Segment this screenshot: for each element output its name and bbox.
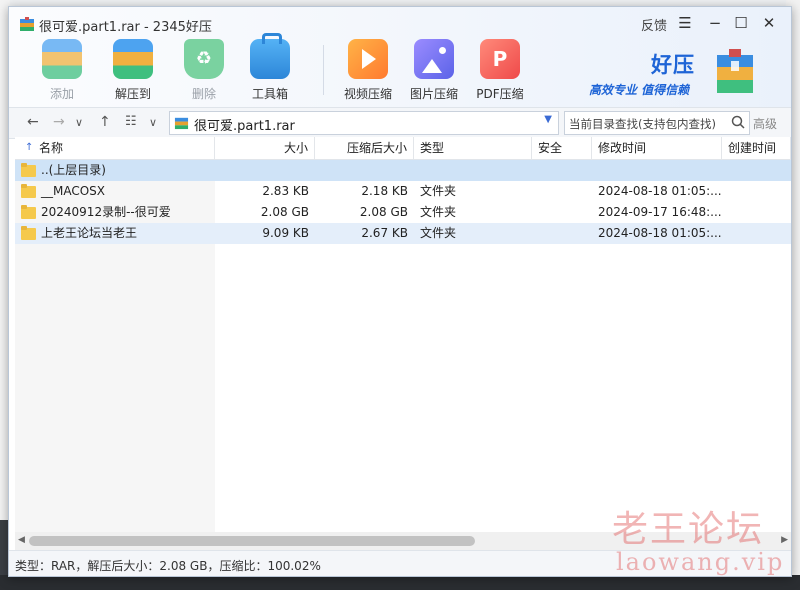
scroll-left-icon[interactable]: ◀ <box>18 535 25 545</box>
file-size: 2.08 GB <box>260 205 309 219</box>
desktop-background-bottom <box>0 575 800 590</box>
pdf-compress-icon: P <box>480 39 520 79</box>
path-bar[interactable]: 很可爱.part1.rar ▼ <box>169 111 559 135</box>
image-compress-icon <box>414 39 454 79</box>
brand-name: 好压 <box>651 53 695 77</box>
brand-logo: 好压 高效专业 值得信赖 <box>579 47 779 103</box>
table-row[interactable]: ..(上层目录) <box>15 160 791 181</box>
file-name: 上老王论坛当老王 <box>41 226 138 240</box>
archive-window: 很可爱.part1.rar - 2345好压 反馈 ☰ − ☐ ✕ 添加 解压到… <box>8 6 792 577</box>
folder-icon <box>21 163 36 177</box>
brand-slogan: 高效专业 值得信赖 <box>589 83 690 97</box>
column-name[interactable]: ↑ 名称 <box>15 137 215 159</box>
toolbox-button-label: 工具箱 <box>251 87 288 101</box>
add-button[interactable]: 添加 <box>27 39 97 102</box>
file-type: 文件夹 <box>420 226 457 240</box>
folder-icon <box>21 226 36 240</box>
watermark-text: 老王论坛 <box>612 509 765 550</box>
file-list-header: ↑ 名称 大小 压缩后大小 类型 安全 修改时间 创建时间 <box>15 137 791 160</box>
close-icon[interactable]: ✕ <box>759 13 779 33</box>
back-arrow-icon[interactable]: ← <box>27 114 39 130</box>
view-mode-icon[interactable]: ☷ <box>125 114 137 129</box>
toolbox-icon <box>250 33 290 79</box>
file-size: 9.09 KB <box>262 226 309 240</box>
add-button-label: 添加 <box>49 87 74 101</box>
search-placeholder: 当前目录查找(支持包内查找) <box>569 117 716 131</box>
navigation-bar: ← → ∨ ↑ ☷ ∨ 很可爱.part1.rar ▼ 当前目录查找(支持包内查… <box>9 107 791 139</box>
table-row[interactable]: 上老王论坛当老王 9.09 KB 2.67 KB 文件夹 2024-08-18 … <box>15 223 791 244</box>
pdf-compress-label: PDF压缩 <box>476 87 524 101</box>
search-box[interactable]: 当前目录查找(支持包内查找) <box>564 111 750 135</box>
image-compress-button[interactable]: 图片压缩 <box>399 39 469 102</box>
file-packed-size: 2.18 KB <box>361 184 408 198</box>
file-type: 文件夹 <box>420 205 457 219</box>
delete-button[interactable]: ♻ 删除 <box>169 39 239 102</box>
view-mode-dropdown-icon[interactable]: ∨ <box>149 116 157 129</box>
delete-recycle-icon: ♻ <box>184 39 224 79</box>
file-modified: 2024-08-18 01:05:... <box>598 226 722 240</box>
video-compress-button[interactable]: 视频压缩 <box>333 39 403 102</box>
app-logo-icon <box>20 17 34 31</box>
column-size[interactable]: 大小 <box>215 137 315 159</box>
file-packed-size: 2.08 GB <box>359 205 408 219</box>
file-list: ↑ 名称 大小 压缩后大小 类型 安全 修改时间 创建时间 ..(上层目录) _… <box>15 137 791 532</box>
archive-file-icon <box>174 117 189 130</box>
add-archive-icon <box>42 39 82 79</box>
folder-icon <box>21 184 36 198</box>
file-packed-size: 2.67 KB <box>361 226 408 240</box>
toolbar-separator <box>323 45 324 95</box>
file-size: 2.83 KB <box>262 184 309 198</box>
extract-to-button-label: 解压到 <box>114 87 151 101</box>
maximize-icon[interactable]: ☐ <box>731 13 751 33</box>
status-text: 类型：RAR，解压后大小：2.08 GB，压缩比：100.02% <box>15 559 321 573</box>
video-compress-label: 视频压缩 <box>343 87 392 101</box>
column-modified[interactable]: 修改时间 <box>592 137 722 159</box>
forward-arrow-icon[interactable]: → <box>53 114 65 130</box>
history-dropdown-icon[interactable]: ∨ <box>75 116 83 129</box>
column-security[interactable]: 安全 <box>532 137 592 159</box>
path-text: 很可爱.part1.rar <box>194 119 295 134</box>
image-compress-label: 图片压缩 <box>409 87 458 101</box>
file-name: ..(上层目录) <box>41 163 106 177</box>
file-name: 20240912录制--很可爱 <box>41 205 171 219</box>
advanced-search-link[interactable]: 高级 <box>753 115 777 132</box>
menu-icon[interactable]: ☰ <box>675 13 695 33</box>
search-icon[interactable] <box>731 115 745 129</box>
file-modified: 2024-08-18 01:05:... <box>598 184 722 198</box>
column-packed-size[interactable]: 压缩后大小 <box>315 137 414 159</box>
file-type: 文件夹 <box>420 184 457 198</box>
delete-button-label: 删除 <box>191 87 216 101</box>
brand-archive-icon <box>717 49 753 93</box>
scroll-right-icon[interactable]: ▶ <box>781 535 788 545</box>
sort-ascending-icon: ↑ <box>25 142 34 153</box>
toolbox-button[interactable]: 工具箱 <box>235 33 305 102</box>
folder-icon <box>21 205 36 219</box>
up-arrow-icon[interactable]: ↑ <box>99 114 111 130</box>
scrollbar-thumb[interactable] <box>29 536 475 546</box>
minimize-icon[interactable]: − <box>705 13 725 33</box>
extract-to-button[interactable]: 解压到 <box>98 39 168 102</box>
window-header: 很可爱.part1.rar - 2345好压 反馈 ☰ − ☐ ✕ 添加 解压到… <box>9 7 791 107</box>
pdf-compress-button[interactable]: P PDF压缩 <box>465 39 535 102</box>
table-row[interactable]: __MACOSX 2.83 KB 2.18 KB 文件夹 2024-08-18 … <box>15 181 791 202</box>
recycle-symbol-icon: ♻ <box>195 48 213 69</box>
watermark-url: laowang.vip <box>616 548 785 576</box>
extract-to-icon <box>113 39 153 79</box>
title-bar[interactable]: 很可爱.part1.rar - 2345好压 反馈 ☰ − ☐ ✕ <box>9 7 791 39</box>
file-modified: 2024-09-17 16:48:... <box>598 205 722 219</box>
window-title: 很可爱.part1.rar - 2345好压 <box>39 20 212 35</box>
video-compress-icon <box>348 39 388 79</box>
file-name: __MACOSX <box>41 184 106 198</box>
column-created[interactable]: 创建时间 <box>722 137 791 159</box>
table-row[interactable]: 20240912录制--很可爱 2.08 GB 2.08 GB 文件夹 2024… <box>15 202 791 223</box>
column-type[interactable]: 类型 <box>414 137 532 159</box>
feedback-link[interactable]: 反馈 <box>641 15 667 34</box>
path-dropdown-icon[interactable]: ▼ <box>544 114 552 125</box>
